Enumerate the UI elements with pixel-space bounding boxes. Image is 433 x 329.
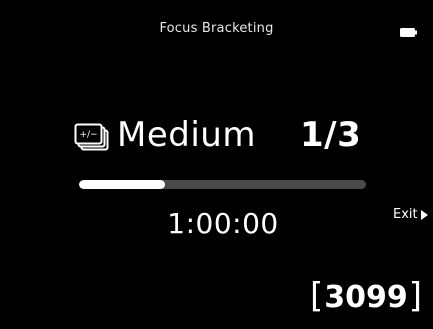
battery-icon	[400, 28, 417, 37]
progress-fill	[79, 180, 166, 189]
play-arrow-icon	[420, 209, 428, 220]
close-bracket: ]	[408, 276, 423, 316]
shots-remaining: [ 3099 ]	[310, 276, 423, 317]
exit-button[interactable]: Exit	[393, 207, 428, 222]
focus-bracketing-screen: Focus Bracketing +/− Medium 1/3 1:00:00 …	[0, 0, 433, 329]
open-bracket: [	[310, 276, 324, 316]
screen-title: Focus Bracketing	[159, 21, 274, 36]
timer-readout: 1:00:00	[167, 207, 279, 240]
svg-text:+/−: +/−	[79, 130, 97, 140]
bracket-mode-label: Medium	[117, 115, 256, 155]
focus-bracket-icon: +/−	[74, 123, 109, 151]
bracket-mode-row: +/− Medium	[72, 110, 256, 160]
progress-bar	[79, 180, 366, 189]
bracket-count: 1/3	[300, 115, 362, 155]
shots-count: 3099	[324, 279, 408, 315]
exit-label: Exit	[393, 207, 418, 222]
